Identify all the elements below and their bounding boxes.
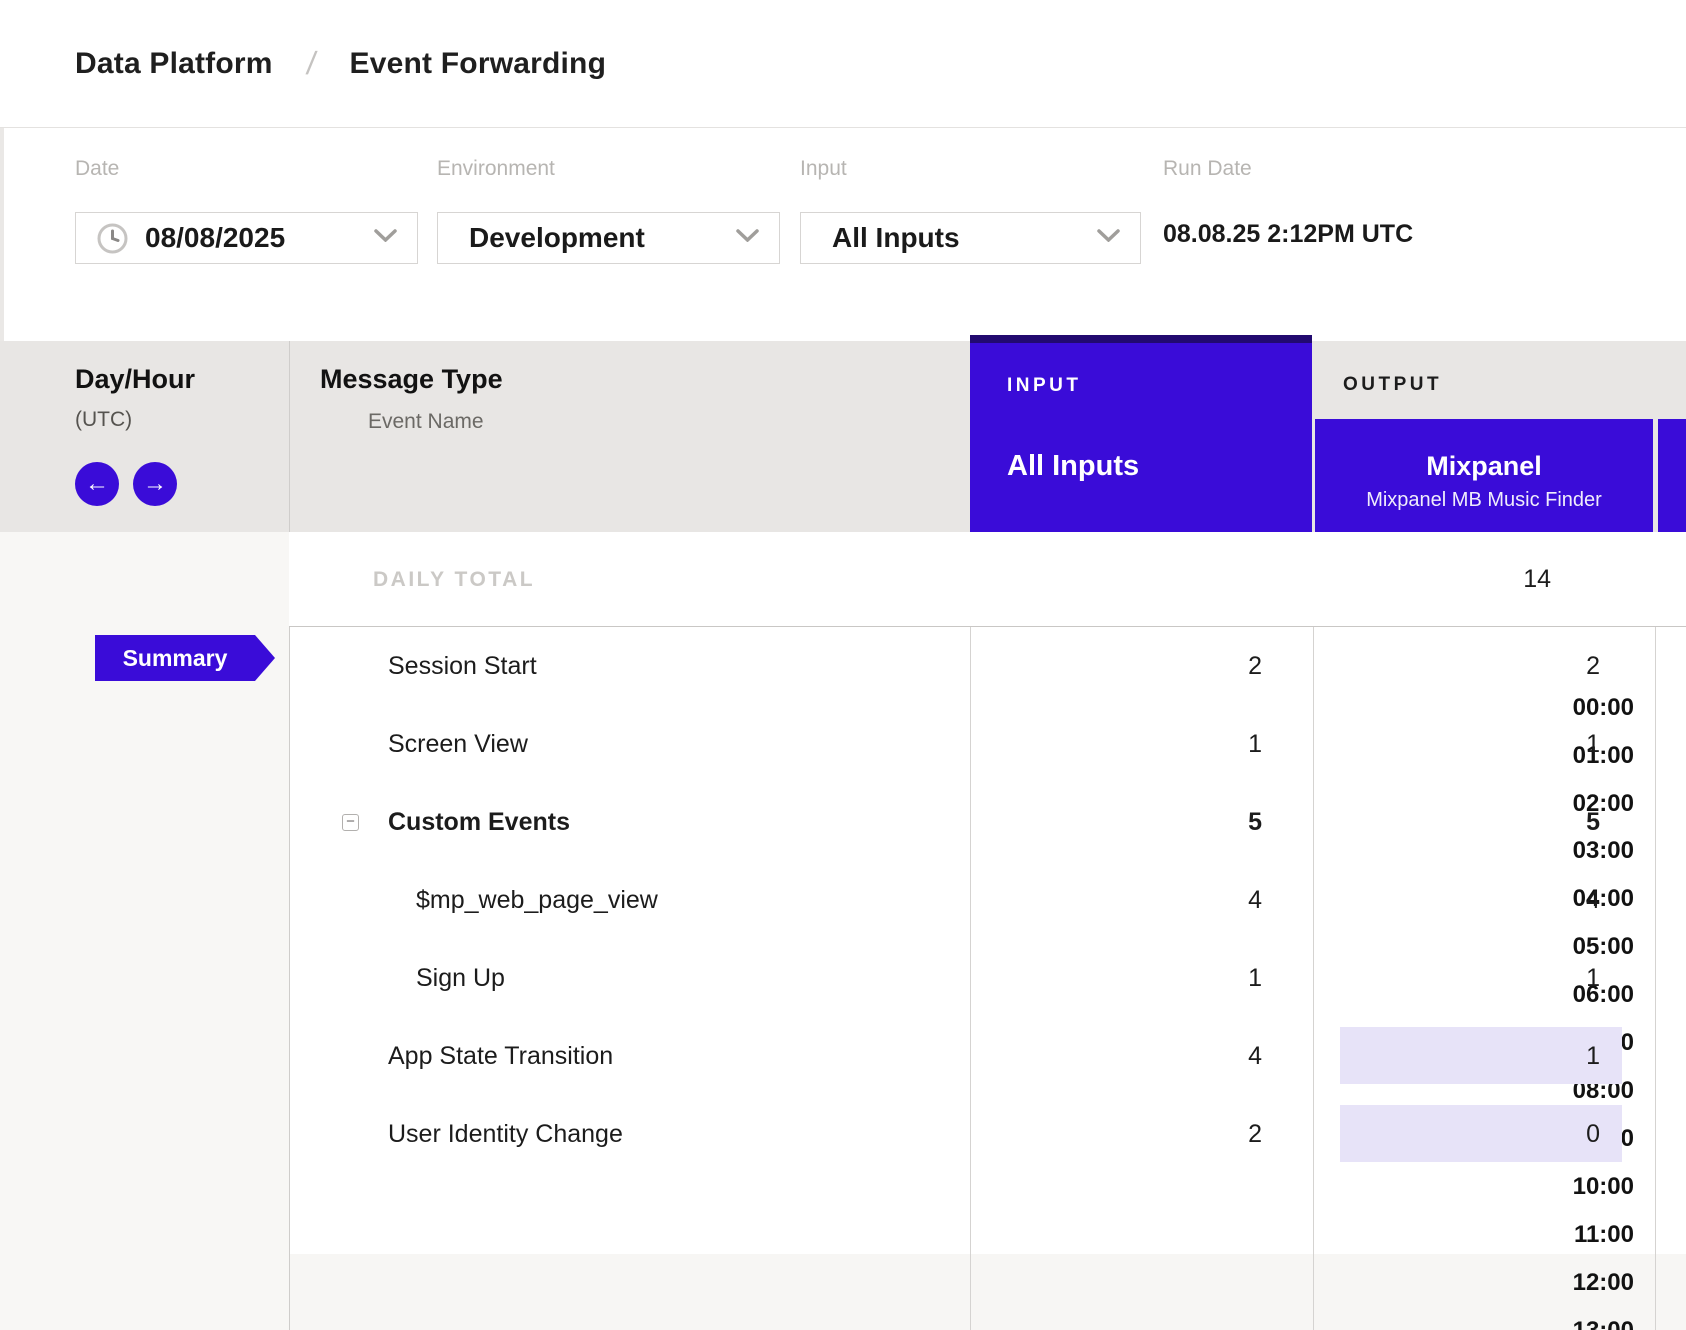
date-select[interactable]: 08/08/2025: [75, 212, 418, 264]
daily-total-row: DAILY TOTAL 14 9: [289, 532, 1686, 627]
input-count: 5: [1248, 783, 1262, 861]
output-count: 5: [1586, 783, 1600, 861]
output-count: 4: [1586, 861, 1600, 939]
arrow-left-icon: ←: [85, 470, 109, 498]
event-name: Screen View: [388, 705, 528, 783]
chevron-down-icon: [374, 229, 397, 247]
output-section-label: OUTPUT: [1343, 374, 1442, 396]
previous-day-button[interactable]: ←: [75, 462, 119, 506]
input-count: 1: [1248, 705, 1262, 783]
event-name: User Identity Change: [388, 1095, 623, 1173]
input-count: 1: [1248, 939, 1262, 1017]
connection-subtitle: Mixpanel MB Music Finder: [1315, 489, 1653, 512]
event-name: $mp_web_page_view: [416, 861, 658, 939]
table-row: $mp_web_page_view 4 4: [0, 861, 1686, 939]
arrow-right-icon: →: [143, 470, 167, 498]
date-label: Date: [75, 157, 119, 181]
event-name: Session Start: [388, 627, 537, 705]
breadcrumb-parent[interactable]: Data Platform: [75, 47, 273, 81]
breadcrumb: Data Platform / Event Forwarding: [0, 0, 1686, 128]
input-count: 2: [1248, 1095, 1262, 1173]
table-row: − Custom Events 5 5: [0, 783, 1686, 861]
event-name: App State Transition: [388, 1017, 613, 1095]
output-count: 2: [1586, 627, 1600, 705]
environment-value: Development: [469, 222, 645, 254]
input-header-accent: [970, 335, 1312, 343]
page-title: Event Forwarding: [350, 47, 607, 81]
event-forwarding-page: Data Platform / Event Forwarding Date En…: [0, 0, 1686, 1330]
input-count: 2: [1248, 627, 1262, 705]
input-label: Input: [800, 157, 847, 181]
input-count: 4: [1248, 861, 1262, 939]
output-count: 1: [1586, 705, 1600, 783]
table-footer-area: [290, 1254, 1686, 1330]
hour-row-label[interactable]: 12:00: [1573, 1269, 1634, 1297]
table-row: Sign Up 1 1: [0, 939, 1686, 1017]
table-row: Screen View 1 1: [0, 705, 1686, 783]
run-date-label: Run Date: [1163, 157, 1252, 181]
clock-icon: [97, 223, 128, 254]
output-highlight-cell: [1340, 1027, 1622, 1084]
input-count: 4: [1248, 1017, 1262, 1095]
day-hour-timezone: (UTC): [75, 408, 132, 432]
table-row: Session Start 2 2: [0, 627, 1686, 705]
output-highlight-cell: [1340, 1105, 1622, 1162]
input-value: All Inputs: [832, 222, 960, 254]
chevron-down-icon: [736, 229, 759, 247]
breadcrumb-separator: /: [304, 45, 318, 82]
hour-row-label[interactable]: 13:00: [1573, 1317, 1634, 1330]
event-name: Custom Events: [388, 783, 570, 861]
event-name: Sign Up: [416, 939, 505, 1017]
input-column-header[interactable]: INPUT All Inputs: [970, 335, 1312, 532]
date-value: 08/08/2025: [145, 222, 285, 254]
table-row: App State Transition 4 1: [0, 1017, 1686, 1095]
connection-name: Mixpanel: [1315, 451, 1653, 482]
hour-row-label[interactable]: 11:00: [1574, 1221, 1634, 1249]
environment-label: Environment: [437, 157, 555, 181]
daily-total-label: DAILY TOTAL: [373, 532, 535, 627]
collapse-minus-icon[interactable]: −: [342, 814, 359, 831]
output-count: 1: [1586, 939, 1600, 1017]
output-count: 0: [1586, 1095, 1600, 1173]
input-section-selected: All Inputs: [1007, 450, 1139, 483]
hour-row-label[interactable]: 10:00: [1573, 1173, 1634, 1201]
day-hour-header: Day/Hour: [75, 364, 195, 395]
environment-select[interactable]: Development: [437, 212, 780, 264]
output-connection-next-partial[interactable]: [1658, 419, 1686, 532]
input-section-label: INPUT: [1007, 375, 1082, 397]
message-type-header: Message Type: [320, 364, 503, 395]
next-day-button[interactable]: →: [133, 462, 177, 506]
output-count: 1: [1586, 1017, 1600, 1095]
input-select[interactable]: All Inputs: [800, 212, 1141, 264]
output-connection-header[interactable]: Mixpanel Mixpanel MB Music Finder: [1315, 419, 1653, 532]
event-name-subheader: Event Name: [368, 410, 484, 434]
run-date-value: 08.08.25 2:12PM UTC: [1163, 220, 1413, 249]
chevron-down-icon: [1097, 229, 1120, 247]
table-row: User Identity Change 2 0: [0, 1095, 1686, 1173]
daily-total-input-value: 14: [1523, 532, 1551, 627]
